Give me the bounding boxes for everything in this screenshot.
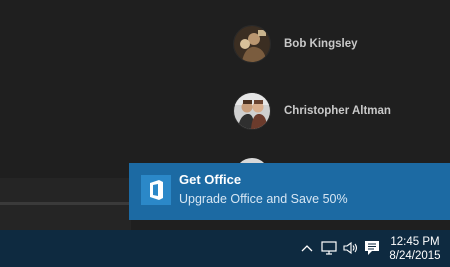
left-panel-divider — [0, 202, 131, 205]
action-center-icon[interactable] — [363, 239, 381, 257]
office-icon — [141, 175, 171, 205]
clock-time: 12:45 PM — [390, 236, 440, 248]
network-icon[interactable] — [320, 239, 338, 257]
contact-name: Bob Kingsley — [284, 38, 358, 50]
contact-avatar — [233, 92, 271, 130]
taskbar: 12:45 PM 8/24/2015 — [0, 230, 450, 267]
toast-body: Upgrade Office and Save 50% — [179, 192, 348, 206]
clock-date: 8/24/2015 — [389, 250, 441, 262]
contact-item[interactable]: Bob Kingsley — [233, 24, 357, 64]
toast-title: Get Office — [179, 172, 242, 187]
toast-notification[interactable]: Get Office Upgrade Office and Save 50% — [129, 163, 450, 220]
people-app-window: Bob Kingsley Christopher Altman Get Offi… — [0, 0, 450, 267]
contact-avatar — [233, 25, 271, 63]
contact-item[interactable]: Christopher Altman — [233, 91, 391, 131]
volume-icon[interactable] — [342, 239, 360, 257]
contact-name: Christopher Altman — [284, 105, 391, 117]
chevron-up-icon[interactable] — [300, 239, 314, 257]
taskbar-clock[interactable]: 12:45 PM 8/24/2015 — [387, 235, 443, 263]
